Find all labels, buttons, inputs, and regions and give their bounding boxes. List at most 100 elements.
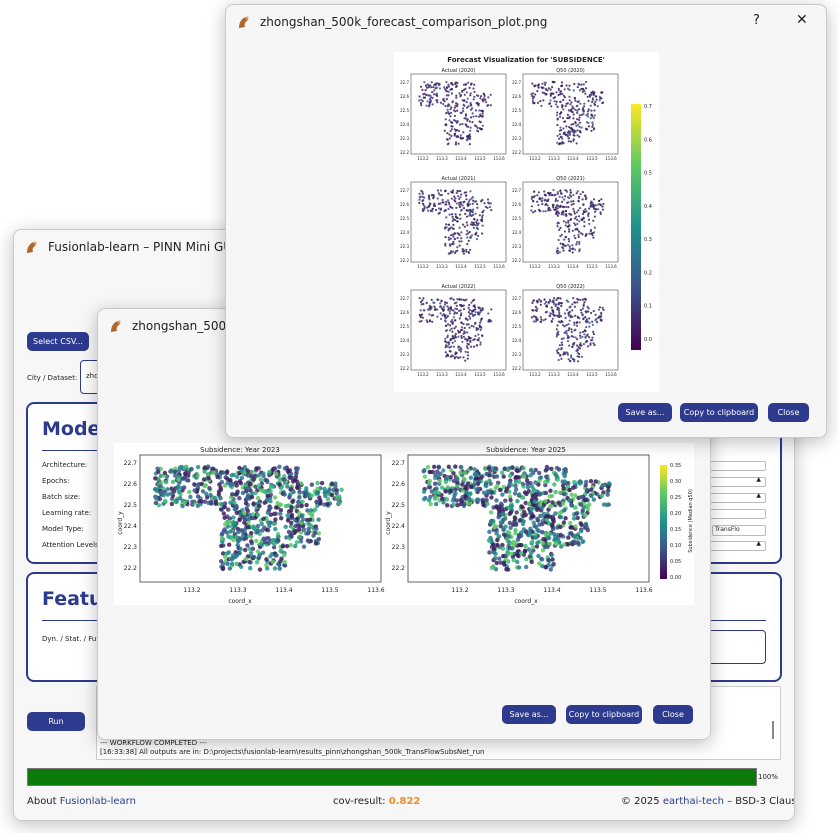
scatter-point	[153, 500, 159, 506]
epochs-stepper[interactable]: ▲	[708, 476, 766, 487]
colorbar-tick-label: 0.5	[644, 171, 652, 177]
scatter-point	[562, 243, 565, 246]
scatter-point	[221, 511, 226, 516]
scatter-point	[548, 315, 552, 318]
colorbar-tick-label: 0.10	[670, 543, 681, 549]
scatter-point	[534, 320, 537, 323]
scatter-point	[591, 125, 594, 128]
about-link[interactable]: Fusionlab-learn	[60, 796, 136, 807]
batch-size-stepper[interactable]: ▲	[708, 492, 766, 503]
save-as-button[interactable]: Save as...	[502, 705, 556, 724]
scatter-point	[554, 199, 557, 203]
scatter-point	[466, 236, 469, 239]
x-tick-label: 113.3	[548, 156, 560, 161]
y-tick-label: 22.2	[400, 258, 409, 263]
y-tick-label: 22.5	[124, 502, 138, 509]
scatter-point	[573, 234, 576, 237]
scatter-point	[481, 490, 487, 495]
scatter-point	[458, 348, 461, 352]
scatter-point	[556, 225, 559, 228]
close-button[interactable]: Close	[653, 705, 693, 724]
scatter-point	[448, 213, 451, 216]
scatter-point	[589, 228, 593, 231]
model-type-select[interactable]: TransFlo	[712, 525, 766, 536]
scatter-point	[578, 240, 581, 244]
scatter-point	[552, 482, 557, 487]
scatter-point	[576, 190, 579, 193]
scatter-point	[536, 194, 539, 197]
scatter-point	[232, 507, 238, 512]
scatter-point	[457, 129, 461, 132]
scatter-point	[566, 113, 569, 116]
architecture-field[interactable]	[708, 461, 766, 471]
scatter-point	[536, 90, 539, 93]
panel-title: Q50 (2022)	[556, 284, 585, 290]
select-csv-button[interactable]: Select CSV...	[27, 332, 89, 351]
scatter-point	[561, 141, 564, 144]
scatter-point	[513, 479, 519, 484]
log-scrollbar[interactable]	[772, 721, 774, 739]
scatter-point	[532, 299, 535, 302]
scatter-point	[569, 502, 574, 507]
scatter-point	[558, 195, 561, 198]
scatter-point	[523, 529, 529, 534]
scatter-point	[561, 92, 564, 95]
earthai-link[interactable]: earthai-tech	[663, 796, 724, 807]
colorbar-tick-label: 0.35	[670, 463, 681, 469]
scatter-point	[447, 323, 450, 326]
scatter-point	[584, 208, 587, 211]
scatter-point	[564, 209, 568, 213]
scatter-point	[557, 93, 560, 97]
plot-title-2023: Subsidence: Year 2023	[200, 446, 280, 454]
scatter-point	[443, 479, 448, 485]
scatter-point	[278, 548, 283, 554]
scatter-point	[289, 512, 295, 518]
stepper-up-icon[interactable]: ▲	[756, 540, 761, 547]
attention-levels-stepper[interactable]: ▲	[708, 540, 766, 551]
run-button[interactable]: Run	[27, 712, 85, 731]
x-tick-label: 113.4	[543, 587, 560, 594]
save-as-button[interactable]: Save as...	[618, 403, 672, 422]
scatter-point	[423, 81, 426, 84]
scatter-point	[474, 124, 477, 127]
scatter-point	[573, 212, 576, 215]
scatter-point	[460, 305, 463, 308]
scatter-point	[578, 347, 581, 350]
scatter-point	[572, 113, 575, 116]
scatter-point	[497, 487, 503, 492]
scatter-point	[472, 115, 475, 118]
scatter-point	[448, 488, 453, 494]
scatter-point	[573, 524, 578, 529]
stepper-up-icon[interactable]: ▲	[756, 492, 761, 499]
scatter-point	[481, 98, 484, 101]
scatter-point	[543, 532, 548, 537]
scatter-point	[448, 203, 451, 206]
scatter-point	[551, 86, 554, 89]
scatter-point	[459, 201, 462, 204]
learning-rate-field[interactable]	[708, 509, 766, 519]
scatter-point	[445, 81, 448, 84]
close-button[interactable]: Close	[768, 403, 809, 422]
close-icon[interactable]: ✕	[796, 12, 808, 28]
scatter-point	[222, 515, 227, 520]
scatter-point	[216, 489, 222, 494]
scatter-point	[245, 543, 250, 548]
scatter-point	[579, 342, 582, 345]
scatter-point	[559, 226, 562, 229]
scatter-point	[596, 105, 599, 108]
scatter-point	[487, 312, 490, 315]
copy-to-clipboard-button[interactable]: Copy to clipboard	[680, 403, 758, 422]
help-icon[interactable]: ?	[753, 13, 760, 28]
scatter-point	[473, 223, 476, 227]
scatter-point	[494, 505, 499, 510]
scatter-point	[560, 81, 564, 84]
scatter-point	[468, 86, 471, 89]
scatter-point	[491, 546, 497, 551]
scatter-point	[559, 354, 562, 357]
scatter-point	[481, 112, 484, 115]
scatter-point	[251, 477, 256, 482]
scatter-point	[454, 319, 457, 322]
scatter-point	[468, 143, 471, 146]
stepper-up-icon[interactable]: ▲	[756, 476, 761, 483]
copy-to-clipboard-button[interactable]: Copy to clipboard	[566, 705, 642, 724]
